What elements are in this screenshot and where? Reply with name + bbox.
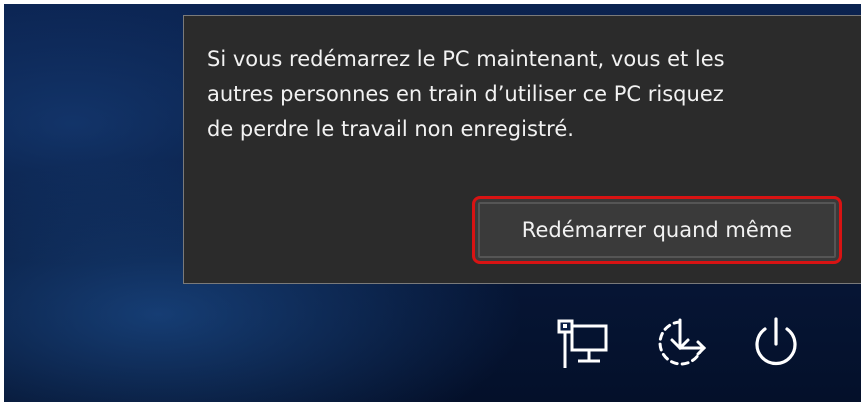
restart-warning-message: Si vous redémarrez le PC maintenant, vou… <box>207 47 725 141</box>
restart-anyway-button[interactable]: Redémarrer quand même <box>472 196 842 264</box>
power-icon[interactable] <box>748 314 804 372</box>
network-icon[interactable] <box>556 316 608 372</box>
lock-screen-background: Si vous redémarrez le PC maintenant, vou… <box>4 4 861 402</box>
accessibility-icon[interactable] <box>652 314 710 372</box>
restart-warning-flyout: Si vous redémarrez le PC maintenant, vou… <box>183 15 861 284</box>
